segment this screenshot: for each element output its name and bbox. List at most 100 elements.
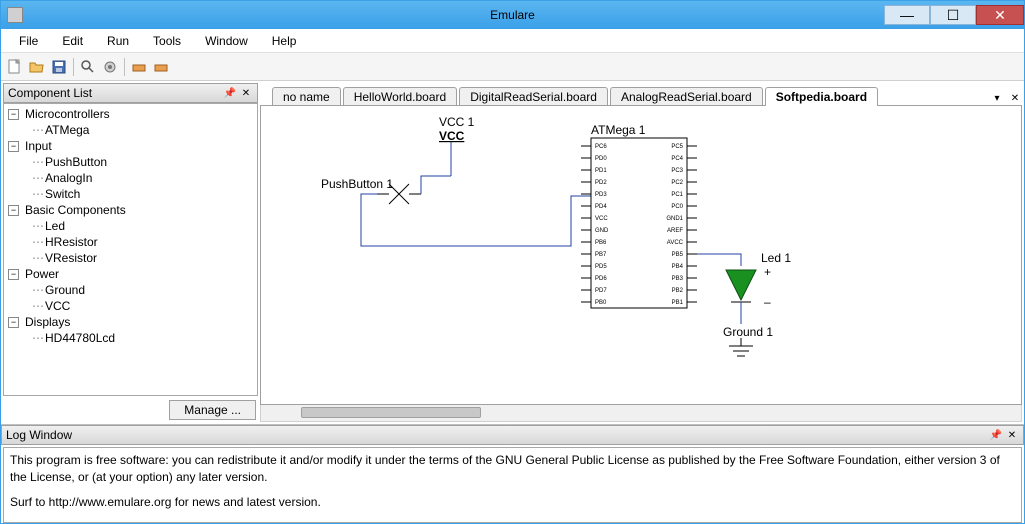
tree-item[interactable]: ⋯PushButton	[4, 154, 257, 170]
close-icon[interactable]: ✕	[1005, 428, 1019, 442]
close-icon[interactable]: ✕	[239, 86, 253, 100]
svg-text:PD1: PD1	[595, 168, 607, 174]
tree-item[interactable]: ⋯Ground	[4, 282, 257, 298]
atmega-chip	[591, 138, 687, 308]
svg-text:PD3: PD3	[595, 192, 607, 198]
svg-text:PD0: PD0	[595, 156, 607, 162]
tree-item[interactable]: ⋯VResistor	[4, 250, 257, 266]
tab[interactable]: Softpedia.board	[765, 87, 878, 106]
menu-tools[interactable]: Tools	[143, 32, 191, 50]
tree-group[interactable]: −Input	[4, 138, 257, 154]
tree-item-label: HD44780Lcd	[45, 331, 115, 345]
tab-dropdown-icon[interactable]: ▾	[990, 91, 1004, 105]
pushbutton-label: PushButton 1	[321, 177, 393, 191]
window-title: Emulare	[490, 8, 535, 22]
toolbar-separator	[124, 58, 125, 76]
svg-text:PC1: PC1	[671, 192, 683, 198]
vcc-text: VCC	[439, 129, 465, 143]
collapse-icon[interactable]: −	[8, 269, 19, 280]
svg-text:PB4: PB4	[672, 264, 684, 270]
document-tabs: no nameHelloWorld.boardDigitalReadSerial…	[260, 83, 1022, 105]
horizontal-scrollbar[interactable]	[260, 405, 1022, 422]
close-button[interactable]: ✕	[976, 5, 1024, 25]
stop-icon[interactable]	[151, 57, 171, 77]
tab[interactable]: HelloWorld.board	[343, 87, 458, 106]
tree-item-label: Switch	[45, 187, 80, 201]
tree-item[interactable]: ⋯VCC	[4, 298, 257, 314]
tree-group[interactable]: −Displays	[4, 314, 257, 330]
menu-run[interactable]: Run	[97, 32, 139, 50]
tab[interactable]: no name	[272, 87, 341, 106]
pin-icon[interactable]: 📌	[223, 86, 237, 100]
menu-file[interactable]: File	[9, 32, 48, 50]
svg-text:PD4: PD4	[595, 204, 607, 210]
log-body[interactable]: This program is free software: you can r…	[3, 447, 1022, 523]
menubar: FileEditRunToolsWindowHelp	[1, 29, 1024, 53]
svg-text:+: +	[764, 265, 771, 279]
tree-item[interactable]: ⋯Switch	[4, 186, 257, 202]
component-list-panel: Component List 📌 ✕ −Microcontrollers⋯ATM…	[1, 81, 260, 424]
svg-text:PB2: PB2	[672, 288, 684, 294]
tree-group-label: Displays	[25, 315, 70, 329]
maximize-button[interactable]: ☐	[930, 5, 976, 25]
tree-item[interactable]: ⋯AnalogIn	[4, 170, 257, 186]
svg-text:PC6: PC6	[595, 144, 607, 150]
log-panel: Log Window 📌 ✕ This program is free soft…	[1, 424, 1024, 523]
tree-item[interactable]: ⋯ATMega	[4, 122, 257, 138]
vcc-label: VCC 1	[439, 115, 475, 129]
toolbar-separator	[73, 58, 74, 76]
tab[interactable]: AnalogReadSerial.board	[610, 87, 763, 106]
pin-icon[interactable]: 📌	[989, 428, 1003, 442]
svg-text:PC4: PC4	[671, 156, 683, 162]
led-label: Led 1	[761, 251, 791, 265]
menu-help[interactable]: Help	[262, 32, 307, 50]
tree-group[interactable]: −Basic Components	[4, 202, 257, 218]
svg-text:PC0: PC0	[671, 204, 683, 210]
svg-text:VCC: VCC	[595, 216, 608, 222]
svg-text:PB7: PB7	[595, 252, 607, 258]
log-header: Log Window 📌 ✕	[1, 425, 1024, 445]
svg-text:GND: GND	[595, 228, 609, 234]
menu-edit[interactable]: Edit	[52, 32, 93, 50]
ground-label: Ground 1	[723, 325, 773, 339]
new-file-icon[interactable]	[5, 57, 25, 77]
collapse-icon[interactable]: −	[8, 205, 19, 216]
run-icon[interactable]	[129, 57, 149, 77]
svg-text:AVCC: AVCC	[667, 240, 684, 246]
save-icon[interactable]	[49, 57, 69, 77]
tree-group-label: Power	[25, 267, 59, 281]
editor-area: no nameHelloWorld.boardDigitalReadSerial…	[260, 81, 1024, 424]
menu-window[interactable]: Window	[195, 32, 258, 50]
svg-text:PB1: PB1	[672, 300, 684, 306]
tree-group-label: Input	[25, 139, 52, 153]
svg-text:–: –	[764, 295, 771, 309]
component-list-header: Component List 📌 ✕	[3, 83, 258, 103]
tree-group[interactable]: −Microcontrollers	[4, 106, 257, 122]
svg-text:AREF: AREF	[667, 228, 683, 234]
tree-item[interactable]: ⋯Led	[4, 218, 257, 234]
toolbar	[1, 53, 1024, 81]
search-icon[interactable]	[78, 57, 98, 77]
tree-item-label: Ground	[45, 283, 85, 297]
settings-icon[interactable]	[100, 57, 120, 77]
atmega-label: ATMega 1	[591, 123, 646, 137]
tab[interactable]: DigitalReadSerial.board	[459, 87, 608, 106]
log-title: Log Window	[6, 428, 987, 442]
open-file-icon[interactable]	[27, 57, 47, 77]
collapse-icon[interactable]: −	[8, 109, 19, 120]
tree-item[interactable]: ⋯HD44780Lcd	[4, 330, 257, 346]
tree-item[interactable]: ⋯HResistor	[4, 234, 257, 250]
component-tree[interactable]: −Microcontrollers⋯ATMega−Input⋯PushButto…	[3, 103, 258, 396]
scrollbar-thumb[interactable]	[301, 407, 481, 418]
tree-item-label: VCC	[45, 299, 70, 313]
collapse-icon[interactable]: −	[8, 141, 19, 152]
manage-button[interactable]: Manage ...	[169, 400, 256, 420]
log-line: Surf to http://www.emulare.org for news …	[10, 494, 1015, 511]
tree-item-label: HResistor	[45, 235, 98, 249]
minimize-button[interactable]: —	[884, 5, 930, 25]
collapse-icon[interactable]: −	[8, 317, 19, 328]
tree-item-label: PushButton	[45, 155, 107, 169]
tree-group[interactable]: −Power	[4, 266, 257, 282]
tab-close-icon[interactable]: ✕	[1008, 91, 1022, 105]
board-canvas[interactable]: VCC 1 VCC PushButton 1 ATMega 1 PC6 PD0 PD…	[260, 105, 1022, 405]
